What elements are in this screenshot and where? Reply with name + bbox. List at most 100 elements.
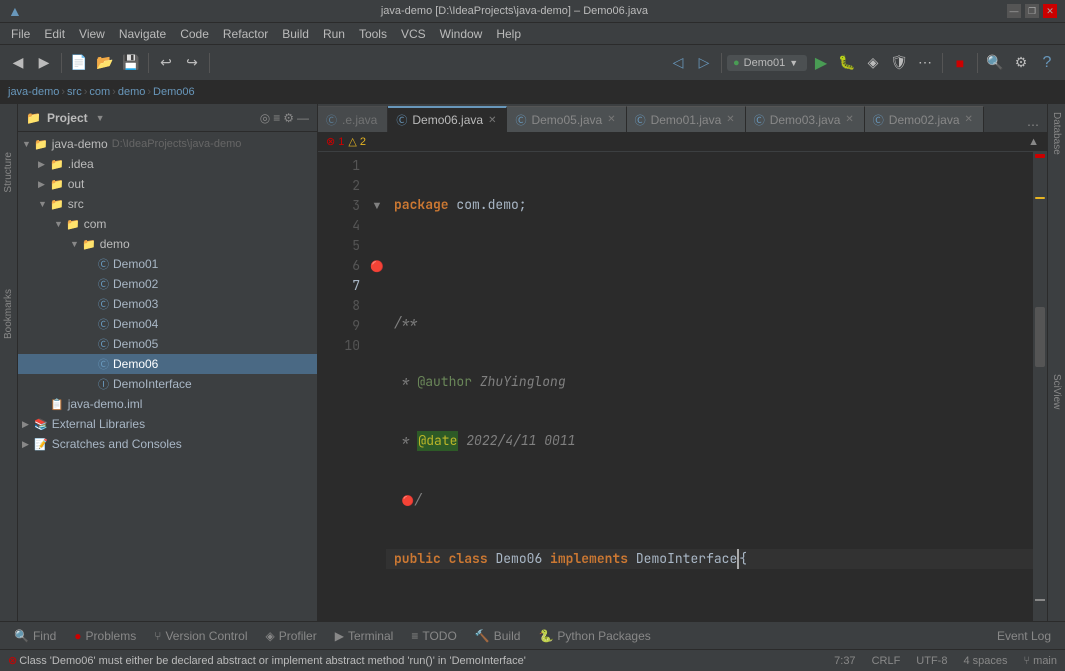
tree-item-demo01[interactable]: Ⓒ Demo01	[18, 254, 317, 274]
find-tool[interactable]: 🔍 Find	[6, 626, 64, 646]
menu-item-view[interactable]: View	[72, 25, 112, 43]
menu-item-build[interactable]: Build	[275, 25, 316, 43]
event-log-tool[interactable]: Event Log	[989, 626, 1059, 646]
tree-item-demo03[interactable]: Ⓒ Demo03	[18, 294, 317, 314]
code-editor[interactable]: package com.demo; /** * @author ZhuYingl…	[386, 152, 1033, 621]
breadcrumb-java-demo[interactable]: java-demo	[8, 86, 59, 98]
nav-back-button[interactable]: ◁	[666, 51, 690, 75]
demo02-tab-close[interactable]: ✕	[965, 114, 973, 125]
panel-hide-button[interactable]: —	[297, 111, 309, 125]
python-label: Python Packages	[557, 629, 650, 643]
todo-tool[interactable]: ≡ TODO	[403, 626, 464, 646]
panel-dropdown-icon[interactable]: ▼	[96, 113, 105, 123]
run-button[interactable]: ▶	[809, 51, 833, 75]
structure-tab[interactable]: Structure	[0, 144, 17, 201]
ln-8: 8	[322, 296, 360, 316]
tab-demo03[interactable]: Ⓒ Demo03.java ✕	[746, 106, 865, 132]
scrollbar-thumb[interactable]	[1035, 307, 1045, 367]
undo-button[interactable]: ↩	[154, 51, 178, 75]
debug-button[interactable]: 🐛	[835, 51, 859, 75]
demo06-tab-close[interactable]: ✕	[488, 115, 496, 126]
encoding[interactable]: UTF-8	[916, 655, 947, 667]
coverage-button[interactable]: 🛡	[887, 51, 911, 75]
stop-button[interactable]: ■	[948, 51, 972, 75]
problems-tool[interactable]: ● Problems	[66, 626, 144, 646]
open-button[interactable]: 📂	[93, 51, 117, 75]
build-tool[interactable]: 🔨 Build	[467, 626, 529, 646]
line-ending[interactable]: CRLF	[872, 655, 901, 667]
tab-overflow-button[interactable]: ⋯	[1019, 118, 1047, 132]
tab-demo06[interactable]: Ⓒ Demo06.java ✕	[388, 106, 507, 132]
vcs-branch[interactable]: ⑂ main	[1024, 655, 1058, 667]
breadcrumb-demo[interactable]: demo	[118, 86, 146, 98]
menu-item-window[interactable]: Window	[433, 25, 490, 43]
save-button[interactable]: 💾	[119, 51, 143, 75]
profiler-tool[interactable]: ◈ Profiler	[257, 626, 324, 646]
run-config-selector[interactable]: ● Demo01 ▼	[727, 55, 807, 71]
tree-item-java-demo[interactable]: ▼ 📁 java-demo D:\IdeaProjects\java-demo	[18, 134, 317, 154]
help-button[interactable]: ?	[1035, 51, 1059, 75]
terminal-tool[interactable]: ▶ Terminal	[327, 626, 402, 646]
scroll-up-btn[interactable]: ▲	[1028, 136, 1039, 148]
minimize-button[interactable]: —	[1007, 4, 1021, 18]
menu-item-tools[interactable]: Tools	[352, 25, 394, 43]
tree-item-out[interactable]: ▶ 📁 out	[18, 174, 317, 194]
tree-item-demo02[interactable]: Ⓒ Demo02	[18, 274, 317, 294]
python-packages-tool[interactable]: 🐍 Python Packages	[530, 626, 658, 646]
vcs-icon: ⑂	[154, 629, 161, 643]
more-run-button[interactable]: ⋯	[913, 51, 937, 75]
tree-item-extlib[interactable]: ▶ 📚 External Libraries	[18, 414, 317, 434]
title-bar-controls[interactable]: — ❐ ✕	[1007, 4, 1057, 18]
demo06-tab-label: Demo06.java	[412, 113, 483, 127]
tree-item-demointerface[interactable]: Ⓘ DemoInterface	[18, 374, 317, 394]
demo05-tab-close[interactable]: ✕	[607, 114, 615, 125]
nav-forward-button[interactable]: ▷	[692, 51, 716, 75]
sciview-tab[interactable]: SciView	[1048, 366, 1065, 417]
database-tab[interactable]: Database	[1048, 104, 1065, 163]
profile-button[interactable]: ◈	[861, 51, 885, 75]
menu-item-run[interactable]: Run	[316, 25, 352, 43]
panel-locate-button[interactable]: ◎	[260, 111, 270, 125]
tab-partial[interactable]: Ⓒ .e.java	[318, 106, 388, 132]
indent-setting[interactable]: 4 spaces	[963, 655, 1007, 667]
menu-item-help[interactable]: Help	[489, 25, 528, 43]
panel-settings-button[interactable]: ⚙	[283, 111, 294, 125]
settings-button[interactable]: ⚙	[1009, 51, 1033, 75]
tree-item-com[interactable]: ▼ 📁 com	[18, 214, 317, 234]
menu-item-edit[interactable]: Edit	[37, 25, 72, 43]
new-file-button[interactable]: 📄	[67, 51, 91, 75]
panel-collapse-button[interactable]: ≡	[273, 111, 280, 125]
tree-item-src[interactable]: ▼ 📁 src	[18, 194, 317, 214]
tree-item-demo06[interactable]: Ⓒ Demo06	[18, 354, 317, 374]
tree-item-demo[interactable]: ▼ 📁 demo	[18, 234, 317, 254]
menu-item-refactor[interactable]: Refactor	[216, 25, 275, 43]
back-button[interactable]: ◀	[6, 51, 30, 75]
breadcrumb-com[interactable]: com	[89, 86, 110, 98]
tree-item-iml[interactable]: 📋 java-demo.iml	[18, 394, 317, 414]
tree-item-demo04[interactable]: Ⓒ Demo04	[18, 314, 317, 334]
tree-item-scratches[interactable]: ▶ 📝 Scratches and Consoles	[18, 434, 317, 454]
menu-item-navigate[interactable]: Navigate	[112, 25, 173, 43]
menu-item-code[interactable]: Code	[173, 25, 216, 43]
forward-button[interactable]: ▶	[32, 51, 56, 75]
redo-button[interactable]: ↪	[180, 51, 204, 75]
version-control-tool[interactable]: ⑂ Version Control	[146, 626, 255, 646]
tree-item-demo05[interactable]: Ⓒ Demo05	[18, 334, 317, 354]
breadcrumb-src[interactable]: src	[67, 86, 82, 98]
tree-item-idea[interactable]: ▶ 📁 .idea	[18, 154, 317, 174]
search-everywhere-button[interactable]: 🔍	[983, 51, 1007, 75]
maximize-button[interactable]: ❐	[1025, 4, 1039, 18]
bookmarks-tab[interactable]: Bookmarks	[0, 281, 17, 347]
demo01-tab-close[interactable]: ✕	[726, 114, 734, 125]
menu-item-vcs[interactable]: VCS	[394, 25, 433, 43]
tab-demo02[interactable]: Ⓒ Demo02.java ✕	[865, 106, 984, 132]
project-tree[interactable]: ▼ 📁 java-demo D:\IdeaProjects\java-demo …	[18, 132, 317, 621]
breadcrumb-demo06[interactable]: Demo06	[153, 86, 195, 98]
demo03-tab-close[interactable]: ✕	[845, 114, 853, 125]
cursor-position[interactable]: 7:37	[834, 655, 855, 667]
close-button[interactable]: ✕	[1043, 4, 1057, 18]
tab-demo01[interactable]: Ⓒ Demo01.java ✕	[627, 106, 746, 132]
ln-3: 3	[322, 196, 360, 216]
tab-demo05[interactable]: Ⓒ Demo05.java ✕	[507, 106, 626, 132]
menu-item-file[interactable]: File	[4, 25, 37, 43]
